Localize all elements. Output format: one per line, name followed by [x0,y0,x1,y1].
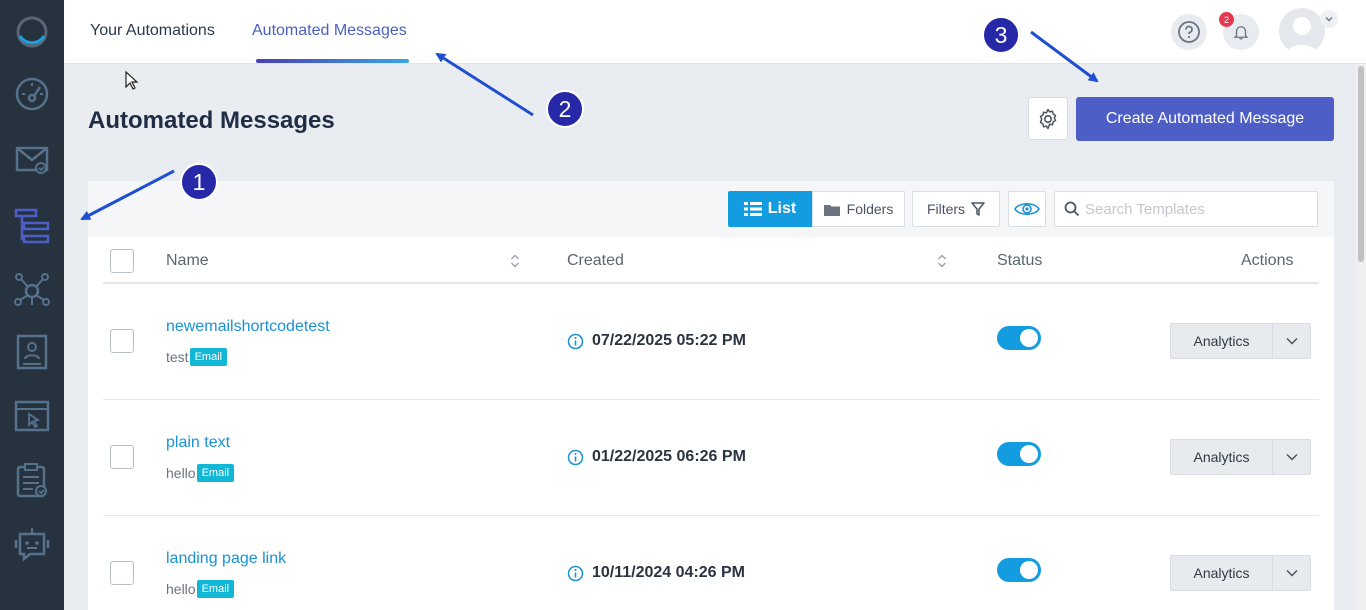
analytics-button[interactable]: Analytics [1170,323,1272,359]
sort-icon[interactable] [510,253,520,269]
actions-dropdown-button[interactable] [1272,323,1311,359]
message-name-link[interactable]: landing page link [166,550,286,568]
logo-ring-icon[interactable] [14,14,50,50]
chevron-down-icon[interactable] [1320,10,1338,28]
mouse-cursor-icon [125,71,139,90]
folders-view-button[interactable]: Folders [812,191,905,227]
email-type-badge: Email [196,464,235,482]
table-row: landing page link hello Email 10/11/2024 … [103,516,1319,610]
search-templates-input[interactable] [1085,192,1313,226]
automation-flow-icon[interactable] [14,208,50,244]
contact-card-icon[interactable] [14,334,50,370]
row-checkbox[interactable] [110,561,134,585]
actions-dropdown-button[interactable] [1272,555,1311,591]
created-date-text: 01/22/2025 06:26 PM [592,448,746,465]
tab-your-automations[interactable]: Your Automations [90,22,215,40]
table-row: plain text hello Email 01/22/2025 06:26 P… [103,400,1319,516]
info-icon[interactable] [567,449,584,466]
scrollbar-thumb[interactable] [1358,66,1364,262]
created-date: 01/22/2025 06:26 PM [567,448,746,466]
row-checkbox[interactable] [110,329,134,353]
actions-dropdown-button[interactable] [1272,439,1311,475]
column-visibility-button[interactable] [1008,191,1046,227]
message-subtext: hello Email [166,464,235,482]
create-automated-message-button[interactable]: Create Automated Message [1076,97,1334,141]
analytics-button[interactable]: Analytics [1170,555,1272,591]
created-date-text: 07/22/2025 05:22 PM [592,332,746,349]
messages-table-card: List Folders Filters Name Created Status… [88,181,1334,610]
email-type-badge: Email [189,348,228,366]
info-icon[interactable] [567,333,584,350]
row-checkbox[interactable] [110,445,134,469]
message-preview-text: hello [166,581,196,597]
annotation-marker-3: 3 [982,16,1020,54]
list-view-label: List [767,200,797,217]
message-preview-text: test [166,349,189,365]
column-header-actions: Actions [1241,252,1294,269]
message-name-link[interactable]: newemailshortcodetest [166,318,330,336]
email-type-badge: Email [196,580,235,598]
status-toggle[interactable] [997,558,1041,582]
info-icon[interactable] [567,565,584,582]
email-check-icon[interactable] [14,140,50,176]
search-icon [1064,201,1080,217]
filter-funnel-icon [971,202,985,216]
active-tab-indicator [256,59,409,63]
table-row: newemailshortcodetest test Email 07/22/20… [103,284,1319,400]
column-header-name[interactable]: Name [166,252,209,270]
select-all-checkbox[interactable] [110,249,134,273]
chevron-down-icon [1285,569,1298,577]
analytics-button[interactable]: Analytics [1170,439,1272,475]
table-toolbar: List Folders Filters [88,181,1334,237]
sort-icon[interactable] [937,253,947,269]
browser-pointer-icon[interactable] [14,398,50,434]
folders-view-label: Folders [846,201,894,217]
filters-button[interactable]: Filters [912,191,1000,227]
network-hub-icon[interactable] [14,272,50,308]
folder-icon [823,204,840,216]
chevron-down-icon [1285,337,1298,345]
list-view-button[interactable]: List [728,191,812,227]
message-subtext: test Email [166,348,228,366]
annotation-marker-2: 2 [546,90,584,128]
list-icon [743,202,762,216]
page-title: Automated Messages [88,107,335,134]
search-box [1054,191,1318,227]
column-header-created[interactable]: Created [567,252,624,270]
settings-button[interactable] [1028,97,1068,140]
created-date-text: 10/11/2024 04:26 PM [592,564,746,581]
status-toggle[interactable] [997,326,1041,350]
chevron-down-icon [1285,453,1298,461]
column-header-status: Status [997,252,1043,269]
created-date: 10/11/2024 04:26 PM [567,564,745,582]
page-scrollbar[interactable] [1356,64,1366,610]
dashboard-gauge-icon[interactable] [14,76,50,112]
notification-count-badge: 2 [1219,12,1234,27]
clipboard-check-icon[interactable] [14,462,50,498]
created-date: 07/22/2025 05:22 PM [567,332,746,350]
status-toggle[interactable] [997,442,1041,466]
tab-automated-messages[interactable]: Automated Messages [252,22,407,40]
message-name-link[interactable]: plain text [166,434,230,452]
help-icon[interactable] [1171,14,1207,50]
sidebar [0,0,64,610]
avatar[interactable] [1279,8,1325,54]
message-preview-text: hello [166,465,196,481]
message-subtext: hello Email [166,580,235,598]
gear-icon [1039,108,1057,129]
chatbot-icon[interactable] [14,526,50,562]
eye-icon [1014,202,1040,216]
filters-label: Filters [926,201,966,217]
annotation-marker-1: 1 [180,163,218,201]
